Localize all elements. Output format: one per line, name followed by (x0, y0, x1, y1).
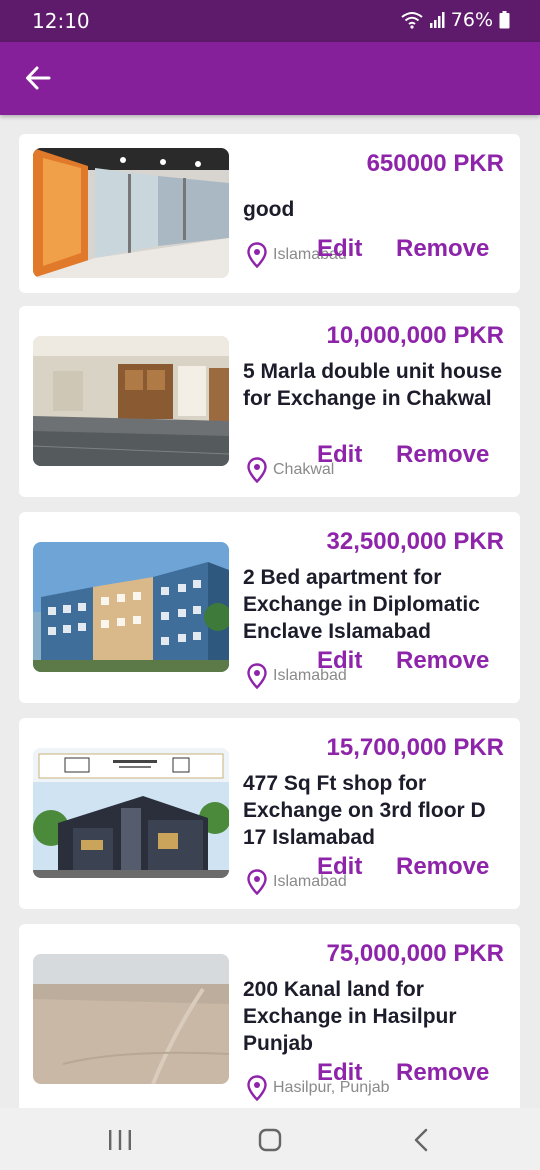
listing-price: 75,000,000 PKR (326, 940, 504, 967)
status-bar: 12:10 76% (0, 0, 540, 42)
battery-percent: 76% (450, 9, 493, 31)
back-button[interactable] (18, 60, 58, 100)
edit-button[interactable]: Edit (317, 441, 362, 469)
wifi-icon (401, 11, 423, 29)
arrow-left-icon (25, 65, 51, 96)
listing-card[interactable]: 15,700,000 PKR 477 Sq Ft shop for Exchan… (19, 718, 520, 909)
recent-apps-icon (106, 1130, 134, 1158)
home-button[interactable] (256, 1126, 284, 1154)
edit-button[interactable]: Edit (317, 1059, 362, 1087)
listing-price: 15,700,000 PKR (326, 734, 504, 761)
app-bar (0, 42, 540, 115)
edit-button[interactable]: Edit (317, 853, 362, 881)
location-pin-icon (247, 869, 267, 895)
remove-button[interactable]: Remove (396, 853, 489, 881)
remove-button[interactable]: Remove (396, 1059, 489, 1087)
listing-price: 32,500,000 PKR (326, 528, 504, 555)
listing-title: 5 Marla double unit house for Exchange i… (243, 360, 503, 410)
listing-title: 477 Sq Ft shop for Exchange on 3rd floor… (243, 772, 486, 849)
listing-image (33, 542, 229, 672)
listing-card[interactable]: 10,000,000 PKR 5 Marla double unit house… (19, 306, 520, 497)
status-time: 12:10 (32, 9, 90, 33)
location-pin-icon (247, 1075, 267, 1101)
battery-icon (499, 11, 510, 29)
listing-title: 200 Kanal land for Exchange in Hasilpur … (243, 978, 457, 1055)
recent-apps-button[interactable] (106, 1126, 134, 1154)
status-icons: 76% (401, 9, 510, 31)
listing-title: good (243, 198, 295, 221)
location-pin-icon (247, 242, 267, 268)
listing-image (33, 336, 229, 466)
edit-button[interactable]: Edit (317, 647, 362, 675)
location-pin-icon (247, 663, 267, 689)
edit-button[interactable]: Edit (317, 235, 362, 263)
listing-image (33, 748, 229, 878)
remove-button[interactable]: Remove (396, 235, 489, 263)
listing-card[interactable]: 32,500,000 PKR 2 Bed apartment for Excha… (19, 512, 520, 703)
listing-image (33, 954, 229, 1084)
listing-list[interactable]: 650000 PKR good Islamabad Edit Remove 10… (0, 115, 540, 1108)
listing-card[interactable]: 75,000,000 PKR 200 Kanal land for Exchan… (19, 924, 520, 1108)
listing-price: 10,000,000 PKR (326, 322, 504, 349)
home-icon (256, 1128, 284, 1158)
listing-image (33, 148, 229, 278)
signal-icon (429, 11, 445, 29)
location-pin-icon (247, 457, 267, 483)
nav-back-button[interactable] (408, 1126, 436, 1154)
listing-price: 650000 PKR (366, 150, 504, 177)
listing-card[interactable]: 650000 PKR good Islamabad Edit Remove (19, 134, 520, 293)
nav-back-icon (408, 1128, 436, 1158)
remove-button[interactable]: Remove (396, 647, 489, 675)
system-nav-bar (0, 1108, 540, 1170)
listing-title: 2 Bed apartment for Exchange in Diplomat… (243, 566, 480, 643)
remove-button[interactable]: Remove (396, 441, 489, 469)
